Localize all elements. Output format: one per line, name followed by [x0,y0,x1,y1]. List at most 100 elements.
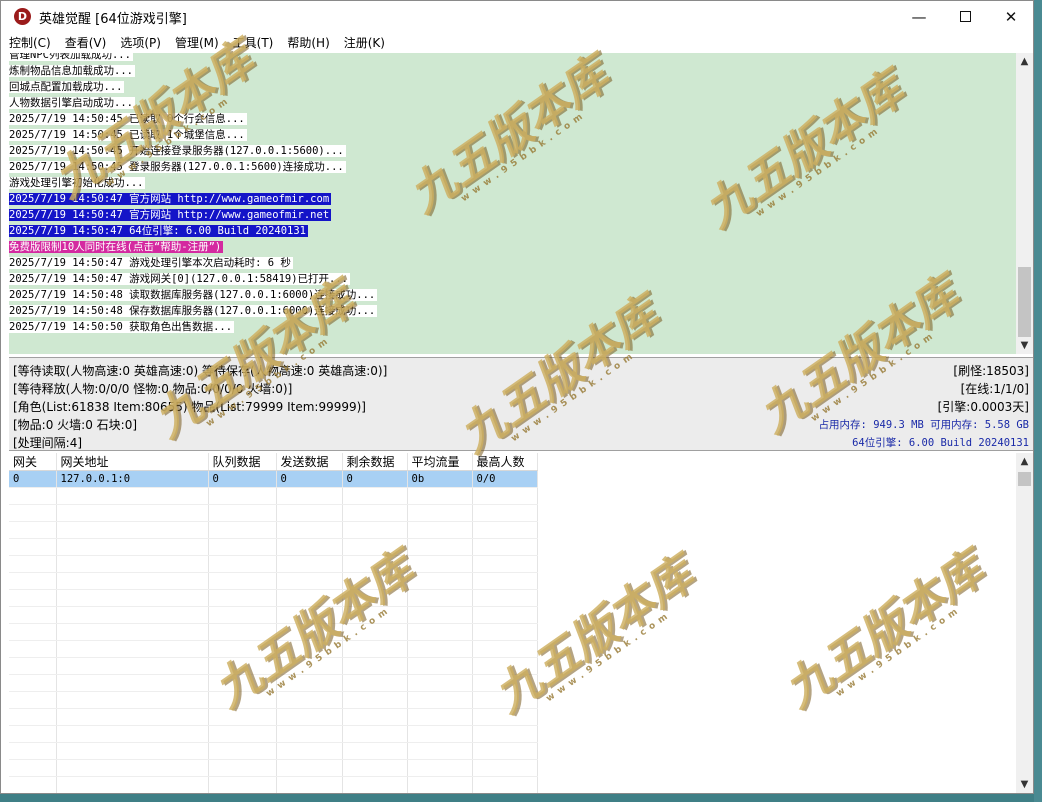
empty-cell [276,657,343,675]
menu-help[interactable]: 帮助(H) [287,34,329,51]
status-engine-time: [引擎:0.0003天] [937,400,1029,414]
empty-table-row [9,691,538,709]
empty-cell [208,725,277,743]
empty-cell [56,487,209,505]
col-max-players[interactable]: 最高人数 [472,453,538,471]
cell-address: 127.0.0.1:0 [56,470,209,488]
empty-cell [276,555,343,573]
empty-cell [276,606,343,624]
empty-table-row [9,487,538,505]
log-line-text: 2025/7/19 14:50:47 游戏网关[0](127.0.0.1:584… [9,273,351,285]
log-line: 管理NPC列表加载成功... [9,53,1016,63]
empty-cell [472,504,538,522]
empty-cell [472,725,538,743]
table-scroll-down-icon[interactable]: ▼ [1016,776,1033,793]
log-line-text: 2025/7/19 14:50:47 游戏处理引擎本次启动耗时: 6 秒 [9,257,293,269]
menu-options[interactable]: 选项(P) [120,34,161,51]
empty-table-row [9,759,538,777]
title-bar[interactable]: D 英雄觉醒 [64位游戏引擎] — ✕ [1,1,1033,32]
status-interval: [处理间隔:4] [13,436,83,450]
col-queue-data[interactable]: 队列数据 [208,453,277,471]
status-items-fire: [物品:0 火墙:0 石块:0] [13,418,138,432]
empty-cell [9,521,57,539]
log-line-text: 炼制物品信息加载成功... [9,65,135,77]
empty-cell [56,606,209,624]
empty-cell [342,487,408,505]
col-gateway[interactable]: 网关 [9,453,57,471]
empty-table-row [9,674,538,692]
menu-tools[interactable]: 工具(T) [233,34,274,51]
cell-gateway: 0 [9,470,57,488]
empty-cell [9,555,57,573]
col-remaining-data[interactable]: 剩余数据 [342,453,408,471]
empty-cell [472,589,538,607]
empty-cell [342,538,408,556]
empty-cell [276,640,343,658]
log-panel[interactable]: 管理NPC列表加载成功... 炼制物品信息加载成功... 回城点配置加载成功... 人… [9,53,1016,354]
empty-cell [56,725,209,743]
scroll-down-arrow-icon[interactable]: ▼ [1016,337,1033,354]
log-line[interactable]: 免费版限制10人同时在线(点击“帮助-注册”) [9,239,1016,255]
menu-control[interactable]: 控制(C) [9,34,51,51]
empty-table-row [9,504,538,522]
empty-cell [342,606,408,624]
menu-view[interactable]: 查看(V) [65,34,107,51]
close-button[interactable]: ✕ [988,1,1034,32]
empty-cell [407,623,473,641]
empty-cell [472,657,538,675]
empty-cell [407,674,473,692]
empty-table-row [9,640,538,658]
empty-cell [56,521,209,539]
col-gateway-address[interactable]: 网关地址 [56,453,209,471]
empty-table-row [9,708,538,726]
log-line-text: 2025/7/19 14:50:47 官方网站 http://www.gameo… [9,209,332,221]
empty-cell [56,538,209,556]
status-role-items: [角色(List:61838 Item:80655) 物品(List:79999… [13,400,366,414]
empty-cell [472,759,538,777]
empty-cell [342,504,408,522]
window-title: 英雄觉醒 [64位游戏引擎] [39,12,187,27]
log-line: 人物数据引擎启动成功... [9,95,1016,111]
menu-bar: 控制(C) 查看(V) 选项(P) 管理(M) 工具(T) 帮助(H) 注册(K… [1,32,1033,52]
col-avg-traffic[interactable]: 平均流量 [407,453,473,471]
maximize-button[interactable] [942,1,988,32]
empty-cell [9,606,57,624]
empty-cell [342,521,408,539]
log-scrollbar[interactable]: ▲ ▼ [1016,53,1033,354]
col-sent-data[interactable]: 发送数据 [276,453,343,471]
empty-cell [56,759,209,777]
gateway-list[interactable]: 网关 网关地址 队列数据 发送数据 剩余数据 平均流量 最高人数 0 127.0… [9,453,1016,793]
log-line-text: 2025/7/19 14:50:45 开始连接登录服务器(127.0.0.1:5… [9,145,346,157]
empty-cell [276,759,343,777]
scroll-up-arrow-icon[interactable]: ▲ [1016,53,1033,70]
empty-table-row [9,555,538,573]
cell-avg-traffic: 0b [407,470,473,488]
empty-cell [9,742,57,760]
log-line: 2025/7/19 14:50:45 开始连接登录服务器(127.0.0.1:5… [9,143,1016,159]
table-scrollbar[interactable]: ▲ ▼ [1016,453,1033,793]
log-scroll-thumb[interactable] [1018,267,1031,337]
cell-queue: 0 [208,470,277,488]
app-icon[interactable]: D [14,8,31,25]
log-line-text: 人物数据引擎启动成功... [9,97,135,109]
empty-cell [407,572,473,590]
cell-sent: 0 [276,470,343,488]
log-line-text: 游戏处理引擎初始化成功... [9,177,146,189]
empty-cell [208,657,277,675]
empty-cell [276,572,343,590]
log-line: 游戏处理引擎初始化成功... [9,175,1016,191]
empty-cell [56,708,209,726]
menu-manage[interactable]: 管理(M) [175,34,219,51]
log-line-text: 2025/7/19 14:50:45 登录服务器(127.0.0.1:5600)… [9,161,346,173]
empty-cell [56,657,209,675]
minimize-button[interactable]: — [896,1,942,32]
table-scroll-up-icon[interactable]: ▲ [1016,453,1033,470]
menu-register[interactable]: 注册(K) [344,34,385,51]
table-scroll-thumb[interactable] [1018,472,1031,486]
empty-cell [342,725,408,743]
log-line: 2025/7/19 14:50:45 登录服务器(127.0.0.1:5600)… [9,159,1016,175]
empty-cell [9,487,57,505]
empty-cell [342,657,408,675]
empty-cell [342,572,408,590]
table-row[interactable]: 0 127.0.0.1:0 0 0 0 0b 0/0 [9,470,538,488]
